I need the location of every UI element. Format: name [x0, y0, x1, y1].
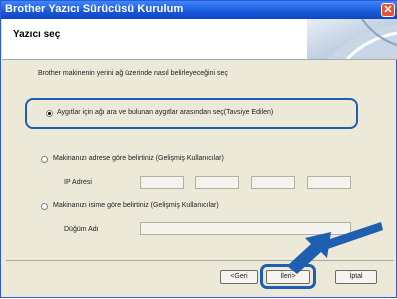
window-title: Brother Yazıcı Sürücüsü Kurulum [5, 3, 184, 15]
instruction-text: Brother makinenin yerini ağ üzerinde nas… [38, 70, 228, 77]
radio-specify-by-address[interactable] [41, 156, 48, 163]
pointer-arrow-icon [287, 222, 383, 274]
radio-specify-by-name[interactable] [41, 203, 48, 210]
wizard-header: Yazıcı seç [2, 19, 397, 60]
option-specify-by-address-label[interactable]: Makinanızı adrese göre belirtiniz (Geliş… [53, 155, 224, 162]
title-bar[interactable]: Brother Yazıcı Sürücüsü Kurulum ✕ [1, 1, 397, 19]
close-icon[interactable]: ✕ [381, 3, 395, 17]
ip-octet-4-field[interactable] [307, 176, 351, 189]
node-name-label: Düğüm Adı [64, 226, 99, 233]
ip-address-label: IP Adresi [64, 179, 92, 186]
page-title: Yazıcı seç [13, 29, 61, 40]
wizard-body: Brother makinenin yerini ağ üzerinde nas… [2, 60, 397, 299]
option-specify-by-name-label[interactable]: Makinanızı isime göre belirtiniz (Gelişm… [53, 202, 219, 209]
ip-octet-2-field[interactable] [195, 176, 239, 189]
ip-octet-1-field[interactable] [140, 176, 184, 189]
back-button[interactable]: <Geri [220, 270, 258, 284]
ip-octet-3-field[interactable] [251, 176, 295, 189]
header-graphic-icon [307, 19, 397, 59]
installer-window: Brother Yazıcı Sürücüsü Kurulum ✕ Yazıcı… [0, 0, 397, 298]
radio-search-network[interactable] [46, 110, 53, 117]
option-search-network-label[interactable]: Aygıtlar için ağı ara ve bulunan aygıtla… [57, 109, 273, 116]
